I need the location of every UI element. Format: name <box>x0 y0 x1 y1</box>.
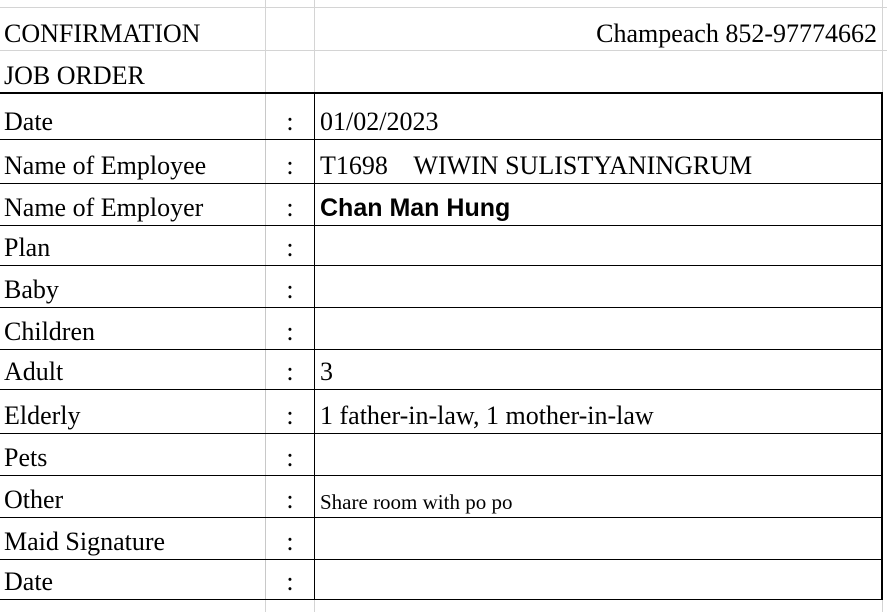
row-colon: : <box>265 184 315 225</box>
document-title: CONFIRMATION <box>4 19 201 48</box>
row-value[interactable] <box>315 560 881 599</box>
row-value[interactable]: 01/02/2023 <box>315 94 881 139</box>
table-row-elderly: Elderly : 1 father-in-law, 1 mother-in-l… <box>0 390 881 434</box>
row-colon: : <box>265 350 315 389</box>
row-value[interactable] <box>315 308 881 349</box>
table-row-pets: Pets : <box>0 434 881 476</box>
table-row-other: Other : Share room with po po <box>0 476 881 518</box>
row-value[interactable]: 3 <box>315 350 881 389</box>
row-label: Adult <box>4 357 64 386</box>
row-colon: : <box>265 560 315 599</box>
gridline <box>0 50 887 51</box>
row-colon: : <box>265 266 315 307</box>
table-row-signature-date: Date : <box>0 560 881 600</box>
row-value[interactable] <box>315 518 881 559</box>
row-label: Baby <box>4 275 59 304</box>
table-row-baby: Baby : <box>0 266 881 308</box>
row-value[interactable]: Share room with po po <box>315 476 881 517</box>
row-colon: : <box>265 476 315 517</box>
row-label: Other <box>4 485 64 514</box>
row-value[interactable]: 1 father-in-law, 1 mother-in-law <box>315 390 881 433</box>
row-label: Plan <box>4 233 51 262</box>
row-colon: : <box>265 390 315 433</box>
table-row-maid-signature: Maid Signature : <box>0 518 881 560</box>
row-label: Pets <box>4 443 48 472</box>
gridline <box>0 7 887 8</box>
row-value[interactable] <box>315 434 881 475</box>
row-label: Date <box>4 107 54 136</box>
row-label: Children <box>4 317 95 346</box>
table-row-employer: Name of Employer : Chan Man Hung <box>0 184 881 226</box>
spreadsheet-sheet: CONFIRMATION JOB ORDER Champeach 852-977… <box>0 0 887 612</box>
row-label: Elderly <box>4 401 81 430</box>
row-colon: : <box>265 226 315 265</box>
row-colon: : <box>265 518 315 559</box>
row-colon: : <box>265 140 315 183</box>
row-value[interactable] <box>315 266 881 307</box>
row-colon: : <box>265 434 315 475</box>
row-label: Name of Employer <box>4 193 204 222</box>
table-row-children: Children : <box>0 308 881 350</box>
row-label: Maid Signature <box>4 527 166 556</box>
company-contact: Champeach 852-97774662 <box>596 19 877 48</box>
row-label: Name of Employee <box>4 151 207 180</box>
document-subtitle: JOB ORDER <box>4 61 145 90</box>
job-order-table: Date : 01/02/2023 Name of Employee : T16… <box>0 92 883 600</box>
row-label: Date <box>4 567 54 596</box>
row-value[interactable]: Chan Man Hung <box>315 184 881 225</box>
row-colon: : <box>265 308 315 349</box>
row-value[interactable]: T1698 WIWIN SULISTYANINGRUM <box>315 140 881 183</box>
table-row-adult: Adult : 3 <box>0 350 881 390</box>
table-row-employee: Name of Employee : T1698 WIWIN SULISTYAN… <box>0 140 881 184</box>
row-colon: : <box>265 94 315 139</box>
table-row-plan: Plan : <box>0 226 881 266</box>
row-value[interactable] <box>315 226 881 265</box>
table-row-date: Date : 01/02/2023 <box>0 94 881 140</box>
